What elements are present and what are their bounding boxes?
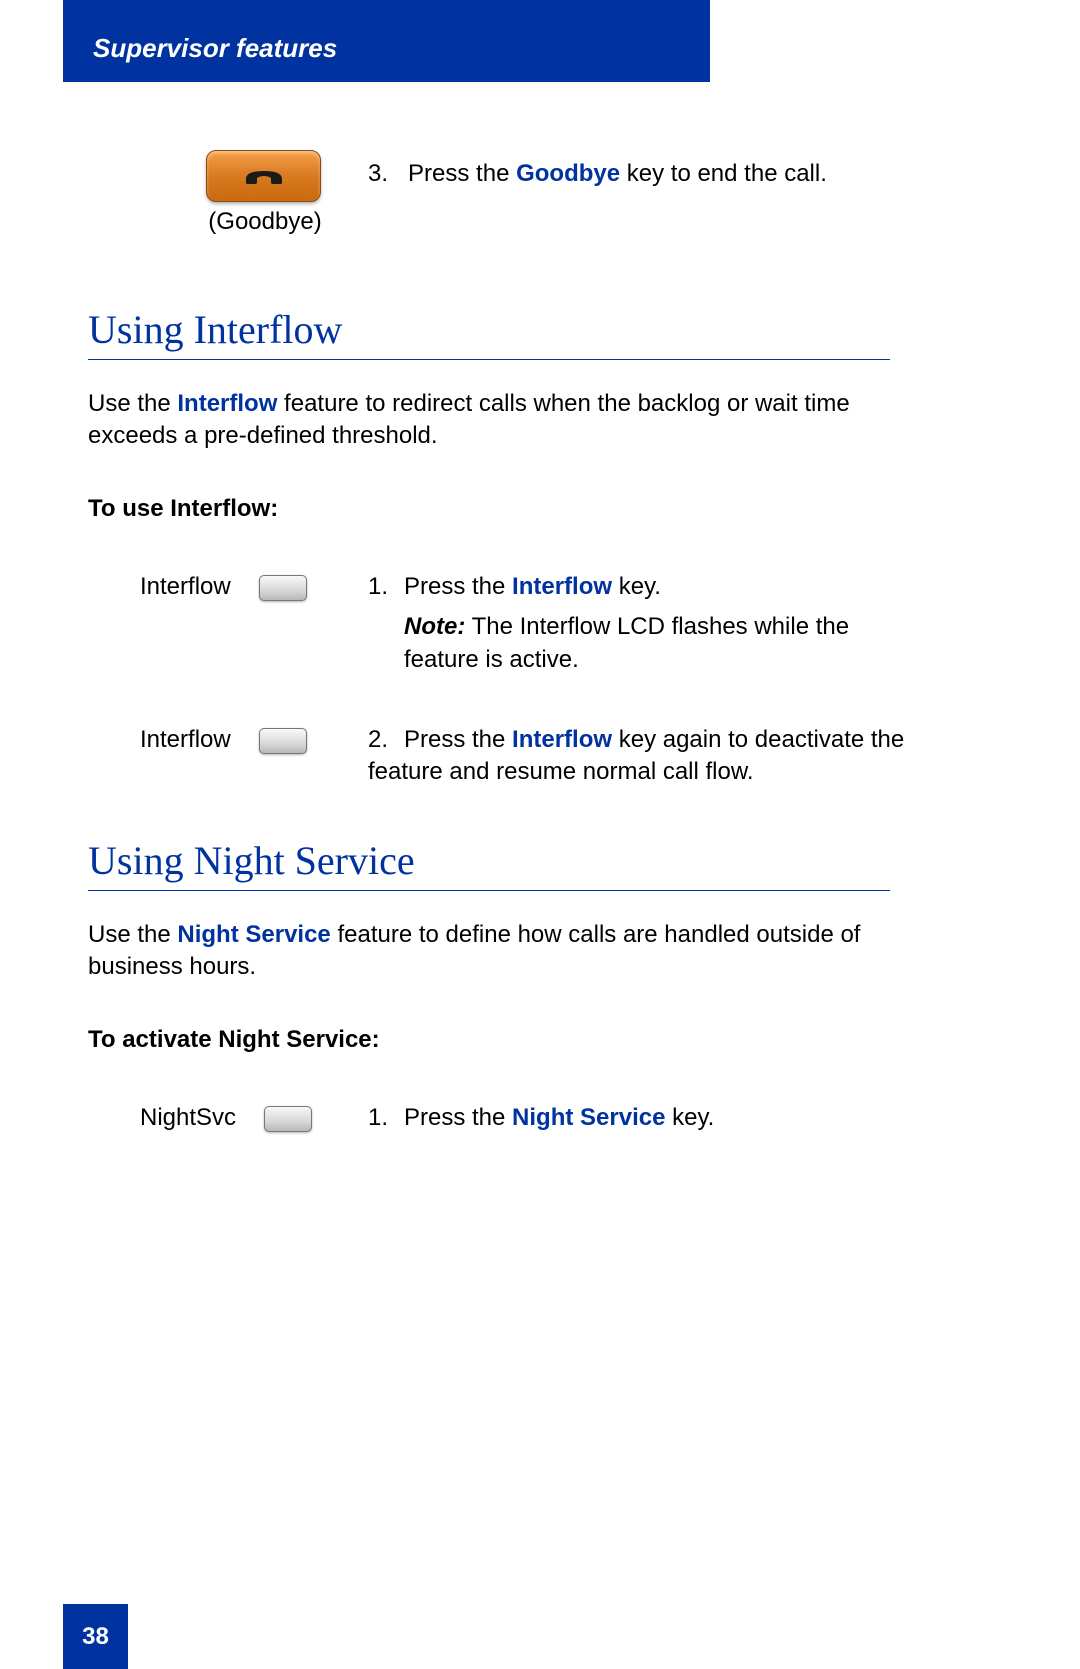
softkey-visual: NightSvc <box>88 1102 368 1132</box>
section-heading-interflow: Using Interflow <box>88 306 890 360</box>
softkey-button-icon <box>264 1106 312 1132</box>
page-content: (Goodbye) 3. Press the Goodbye key to en… <box>88 150 908 1182</box>
step-instruction: 1.Press the Interflow key. Note: The Int… <box>368 571 908 676</box>
interflow-subheading: To use Interflow: <box>88 495 908 523</box>
softkey-label: NightSvc <box>140 1104 236 1132</box>
step-number: 1. <box>368 1102 404 1134</box>
night-step-1: NightSvc 1.Press the Night Service key. <box>88 1102 908 1134</box>
goodbye-label: (Goodbye) <box>206 208 321 236</box>
interflow-key-name: Interflow <box>177 390 277 417</box>
interflow-step-1: Interflow 1.Press the Interflow key. Not… <box>88 571 908 676</box>
night-intro: Use the Night Service feature to define … <box>88 919 890 984</box>
text: Press the <box>408 160 516 187</box>
header-title: Supervisor features <box>93 33 337 64</box>
section-heading-night: Using Night Service <box>88 837 890 891</box>
step-instruction: 2.Press the Interflow key again to deact… <box>368 724 908 789</box>
step-instruction: 1.Press the Night Service key. <box>368 1102 908 1134</box>
interflow-step-2: Interflow 2.Press the Interflow key agai… <box>88 724 908 789</box>
text: Press the <box>404 726 512 753</box>
step-number: 3. <box>368 160 388 187</box>
interflow-intro: Use the Interflow feature to redirect ca… <box>88 388 890 453</box>
text: Press the <box>404 1104 512 1131</box>
interflow-key-name: Interflow <box>512 726 612 753</box>
night-key-name: Night Service <box>512 1104 665 1131</box>
goodbye-instruction: 3. Press the Goodbye key to end the call… <box>368 150 908 190</box>
header-bar: Supervisor features <box>63 0 710 82</box>
softkey-visual: Interflow <box>88 571 368 601</box>
text: Use the <box>88 921 177 948</box>
note-text: The Interflow LCD flashes while the feat… <box>404 613 849 672</box>
goodbye-button <box>206 150 321 202</box>
softkey-visual: Interflow <box>88 724 368 754</box>
goodbye-key-visual: (Goodbye) <box>88 150 368 236</box>
text: Press the <box>404 573 512 600</box>
interflow-key-name: Interflow <box>512 573 612 600</box>
text: Use the <box>88 390 177 417</box>
text: key to end the call. <box>620 160 827 187</box>
softkey-button-icon <box>259 728 307 754</box>
goodbye-step: (Goodbye) 3. Press the Goodbye key to en… <box>88 150 908 236</box>
night-subheading: To activate Night Service: <box>88 1026 908 1054</box>
night-key-name: Night Service <box>177 921 330 948</box>
night-service-section: Using Night Service Use the Night Servic… <box>88 837 908 1134</box>
softkey-label: Interflow <box>140 726 231 754</box>
page-number: 38 <box>82 1623 109 1651</box>
step-number: 2. <box>368 724 404 756</box>
text: key. <box>612 573 661 600</box>
text: key. <box>665 1104 714 1131</box>
page-number-box: 38 <box>63 1604 128 1669</box>
goodbye-key-name: Goodbye <box>516 160 620 187</box>
softkey-button-icon <box>259 575 307 601</box>
phone-hangup-icon <box>243 165 285 187</box>
softkey-label: Interflow <box>140 573 231 601</box>
step-number: 1. <box>368 571 404 603</box>
note-label: Note: <box>404 613 465 640</box>
